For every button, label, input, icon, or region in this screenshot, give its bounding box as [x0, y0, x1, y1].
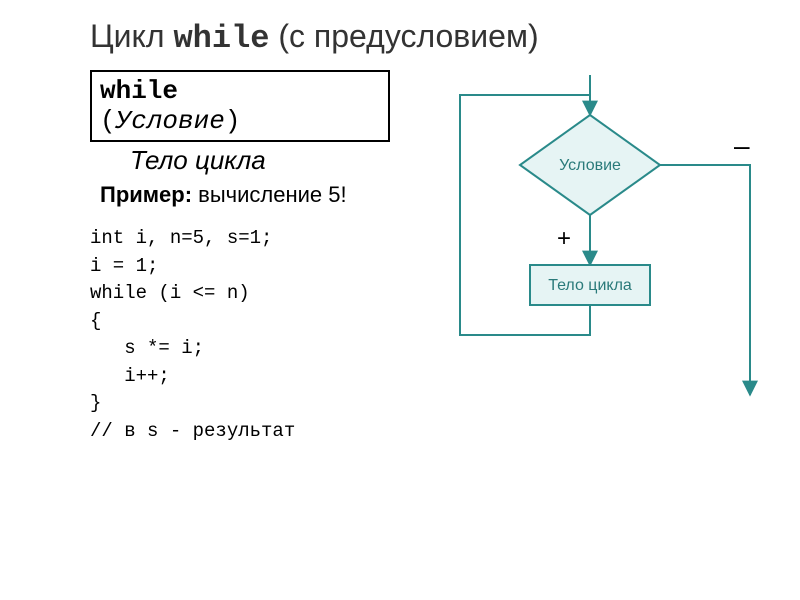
title-keyword: while	[173, 20, 269, 57]
flowchart-diagram: Условие Тело цикла	[440, 70, 770, 400]
loop-body-label: Тело цикла	[130, 145, 266, 176]
syntax-keyword: while	[100, 76, 380, 106]
title-prefix: Цикл	[90, 18, 173, 54]
code-sample: int i, n=5, s=1; i = 1; while (i <= n) {…	[90, 225, 295, 445]
true-branch-label: +	[557, 225, 571, 253]
syntax-condition: (Условие)	[100, 106, 380, 136]
title-suffix: (с предусловием)	[269, 18, 538, 54]
body-node-label: Тело цикла	[548, 277, 632, 294]
page-title: Цикл while (с предусловием)	[0, 0, 800, 57]
syntax-box: while (Условие)	[90, 70, 390, 142]
false-branch-label: –	[734, 130, 750, 162]
example-caption: Пример: вычисление 5!	[100, 182, 347, 208]
decision-label: Условие	[559, 157, 621, 174]
